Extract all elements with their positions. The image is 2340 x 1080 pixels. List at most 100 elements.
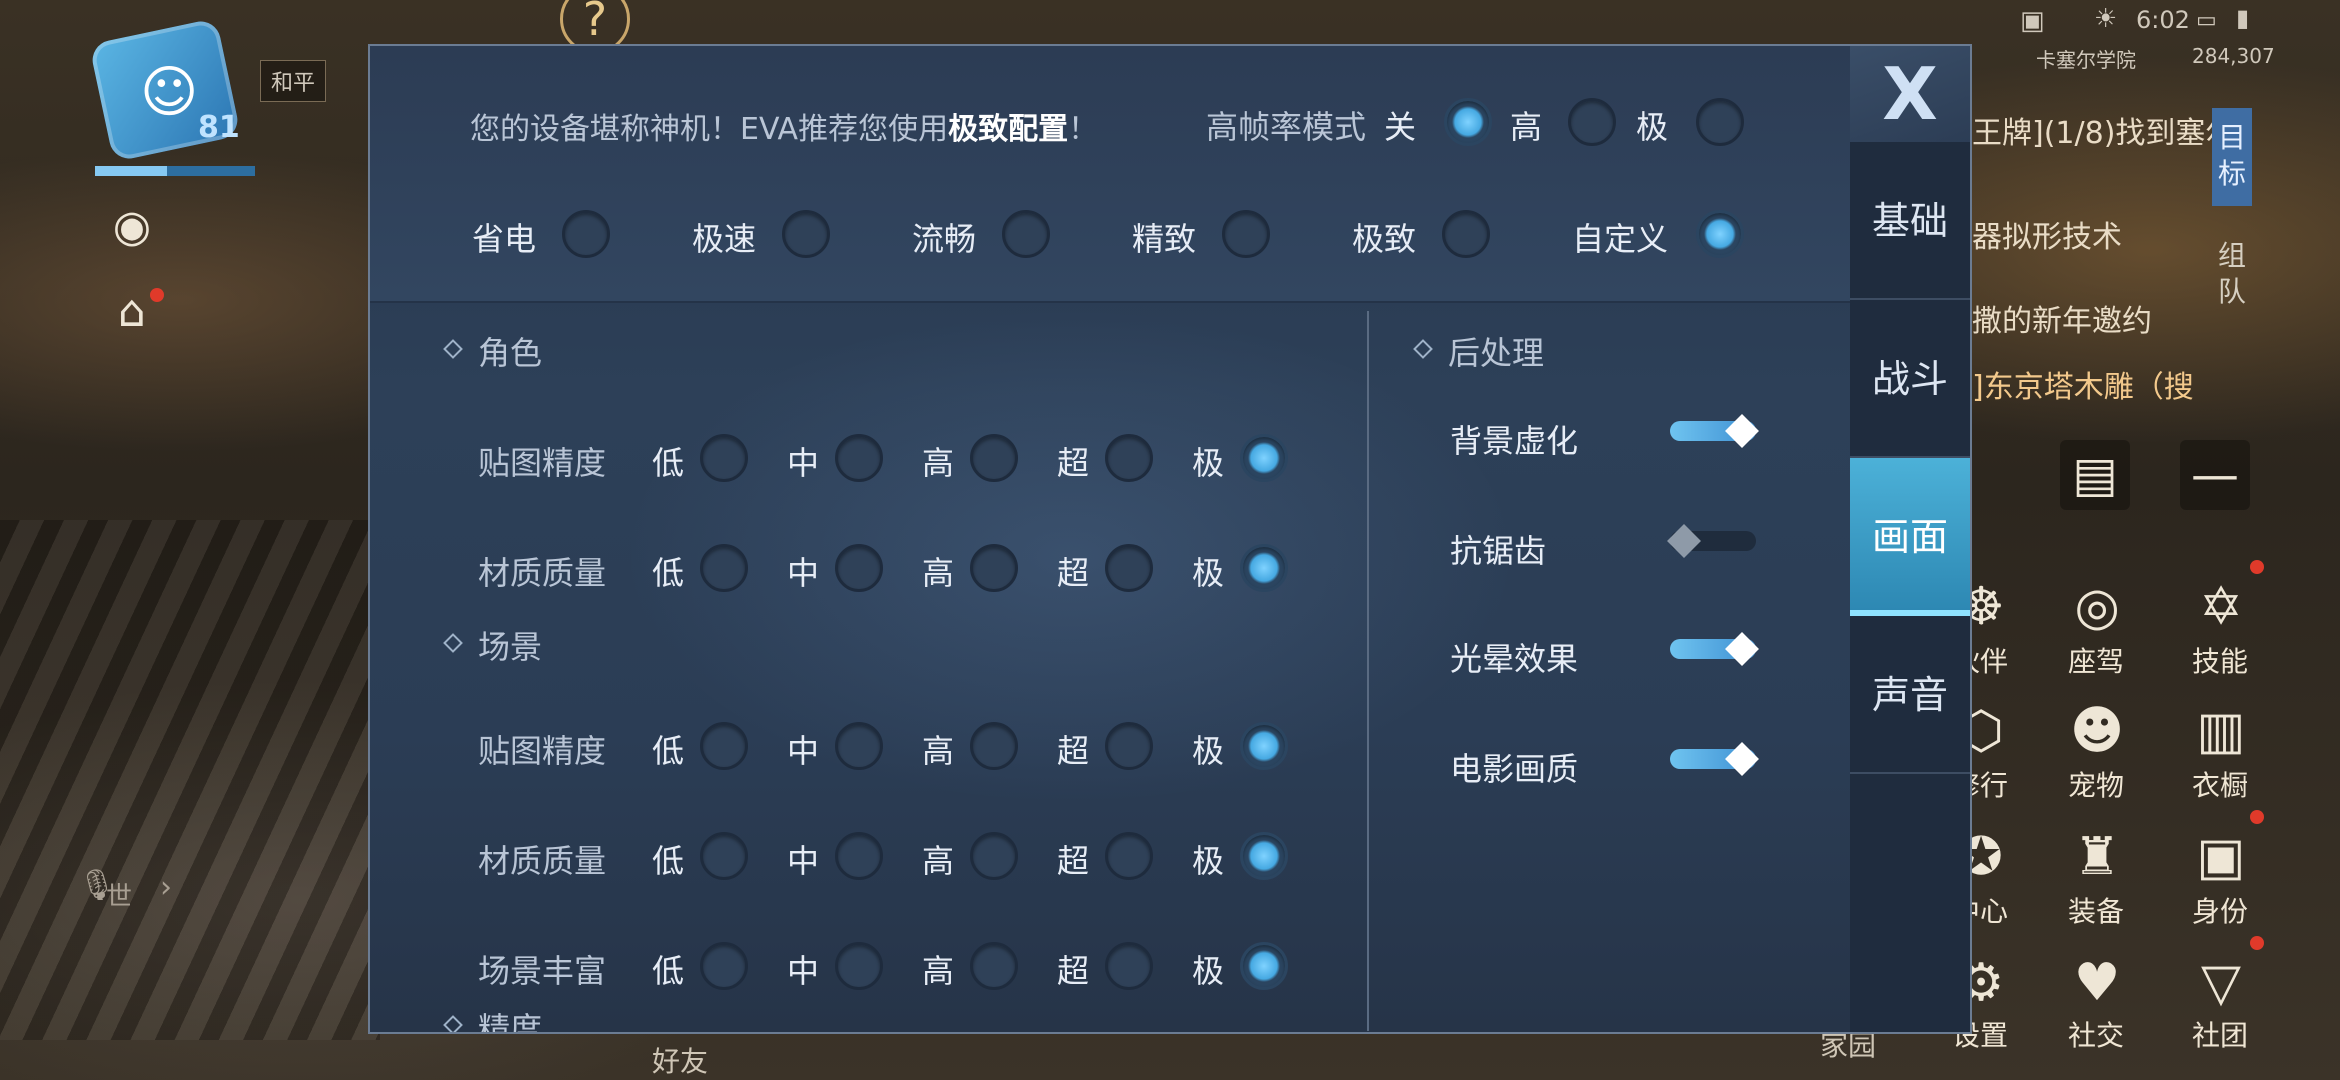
background-blur-toggle[interactable] (1666, 414, 1762, 448)
divider (1367, 311, 1369, 1031)
world-chat-label[interactable]: 世 (106, 876, 132, 913)
preset-fine-radio[interactable] (1222, 210, 1270, 258)
level-radio[interactable] (1240, 942, 1288, 990)
level-radio[interactable] (1240, 434, 1288, 482)
section-title-character: 角色 (478, 334, 543, 372)
preset-label: 省电 (472, 220, 537, 258)
camera-icon[interactable]: ▣ (2020, 6, 2045, 36)
guild-icon[interactable]: ▽ (2184, 946, 2258, 1020)
level-radio[interactable] (970, 722, 1018, 770)
clock-time: 6:02 (2136, 6, 2190, 34)
level-radio[interactable] (970, 434, 1018, 482)
social-icon[interactable]: ♥ (2060, 946, 2134, 1020)
level-radio[interactable] (700, 434, 748, 482)
tab-graphics[interactable]: 画面 (1850, 458, 1970, 616)
notification-dot (150, 288, 164, 302)
level-option-label: 超 (1057, 554, 1090, 592)
post-item-label: 背景虚化 (1450, 422, 1579, 460)
preset-fast-radio[interactable] (782, 210, 830, 258)
level-radio[interactable] (1240, 722, 1288, 770)
level-option-label: 极 (1192, 554, 1225, 592)
level-radio[interactable] (1240, 832, 1288, 880)
tab-basic[interactable]: 基础 (1850, 142, 1970, 300)
preset-ultimate-radio[interactable] (1442, 210, 1490, 258)
level-radio[interactable] (1105, 722, 1153, 770)
tab-sound[interactable]: 声音 (1850, 616, 1970, 774)
target-tab[interactable]: 目标 (2212, 108, 2252, 206)
recommend-prefix: 您的设备堪称神机！EVA推荐您使用 (470, 112, 949, 147)
guild-label: 社团 (2191, 1019, 2248, 1052)
level-radio[interactable] (1240, 544, 1288, 592)
chevron-right-icon[interactable]: › (160, 870, 172, 905)
level-radio[interactable] (835, 544, 883, 592)
level-radio[interactable] (1105, 434, 1153, 482)
brightness-icon: ☀ (2094, 4, 2118, 34)
level-radio[interactable] (835, 434, 883, 482)
level-radio[interactable] (700, 722, 748, 770)
post-item-label: 光晕效果 (1450, 640, 1579, 678)
quest-item[interactable]: ]东京塔木雕（搜 (1972, 362, 2194, 406)
level-radio[interactable] (700, 942, 748, 990)
level-radio[interactable] (835, 832, 883, 880)
level-option-label: 高 (922, 732, 955, 770)
preset-smooth-radio[interactable] (1002, 210, 1050, 258)
fps-high-radio[interactable] (1568, 98, 1616, 146)
close-button[interactable]: X (1850, 46, 1970, 142)
player-level: 81 (198, 110, 240, 145)
home-icon[interactable]: ⌂ (95, 275, 169, 349)
identity-icon[interactable]: ▣ (2184, 820, 2258, 894)
fps-option-label: 高 (1510, 108, 1543, 146)
anti-aliasing-toggle[interactable] (1666, 524, 1762, 558)
level-radio[interactable] (1105, 942, 1153, 990)
cinematic-quality-toggle[interactable] (1666, 742, 1762, 776)
level-option-label: 超 (1057, 444, 1090, 482)
bloom-effect-toggle[interactable] (1666, 632, 1762, 666)
fps-extreme-radio[interactable] (1696, 98, 1744, 146)
level-radio[interactable] (970, 942, 1018, 990)
section-bullet-icon (443, 1015, 463, 1032)
team-tab[interactable]: 组队 (2212, 238, 2252, 318)
minus-icon[interactable]: — (2180, 440, 2250, 510)
skill-icon[interactable]: ✡ (2184, 570, 2258, 644)
section-title-scene: 场景 (478, 628, 543, 666)
preset-custom-radio[interactable] (1696, 210, 1744, 258)
briefcase-icon[interactable]: ▤ (2060, 440, 2130, 510)
fps-off-radio[interactable] (1444, 98, 1492, 146)
skill-label: 技能 (2191, 645, 2248, 678)
level-radio[interactable] (835, 942, 883, 990)
level-option-label: 中 (787, 952, 820, 990)
settings-tabs: 基础 战斗 画面 声音 (1850, 142, 1970, 1032)
quality-row-label: 场景丰富 (478, 952, 607, 990)
eye-icon[interactable]: ◉ (95, 190, 169, 264)
pet-icon[interactable]: ☻ (2060, 694, 2134, 768)
pet-label: 宠物 (2067, 769, 2124, 802)
level-radio[interactable] (1105, 832, 1153, 880)
preset-label: 流畅 (912, 220, 977, 258)
preset-label: 自定义 (1572, 220, 1669, 258)
recommend-highlight: 极致配置 (948, 112, 1069, 147)
quest-item[interactable]: 撒的新年邀约 (1972, 296, 2152, 340)
quest-item[interactable]: 器拟形技术 (1972, 212, 2122, 256)
mount-icon[interactable]: ◎ (2060, 570, 2134, 644)
level-option-label: 低 (652, 842, 685, 880)
level-radio[interactable] (835, 722, 883, 770)
tab-combat[interactable]: 战斗 (1850, 300, 1970, 458)
equipment-icon[interactable]: ♜ (2060, 820, 2134, 894)
level-radio[interactable] (970, 832, 1018, 880)
battery-icon: ▭ (2196, 8, 2217, 33)
wardrobe-icon[interactable]: ▥ (2184, 694, 2258, 768)
peace-mode-badge[interactable]: 和平 (260, 60, 327, 102)
level-option-label: 低 (652, 554, 685, 592)
graphics-settings-panel: 您的设备堪称神机！EVA推荐您使用极致配置！ 高帧率模式 关 高 极 省电 极速… (368, 44, 1972, 1034)
preset-power-saving-radio[interactable] (562, 210, 610, 258)
quest-item[interactable]: 王牌](1/8)找到塞尔 (1972, 108, 2235, 152)
section-title-post-processing: 后处理 (1448, 334, 1545, 372)
friends-label[interactable]: 好友 (652, 1040, 708, 1080)
level-option-label: 超 (1057, 732, 1090, 770)
level-radio[interactable] (1105, 544, 1153, 592)
level-radio[interactable] (700, 832, 748, 880)
fps-option-label: 关 (1384, 108, 1417, 146)
level-radio[interactable] (700, 544, 748, 592)
level-radio[interactable] (970, 544, 1018, 592)
location-name: 卡塞尔学院 (2036, 48, 2136, 72)
